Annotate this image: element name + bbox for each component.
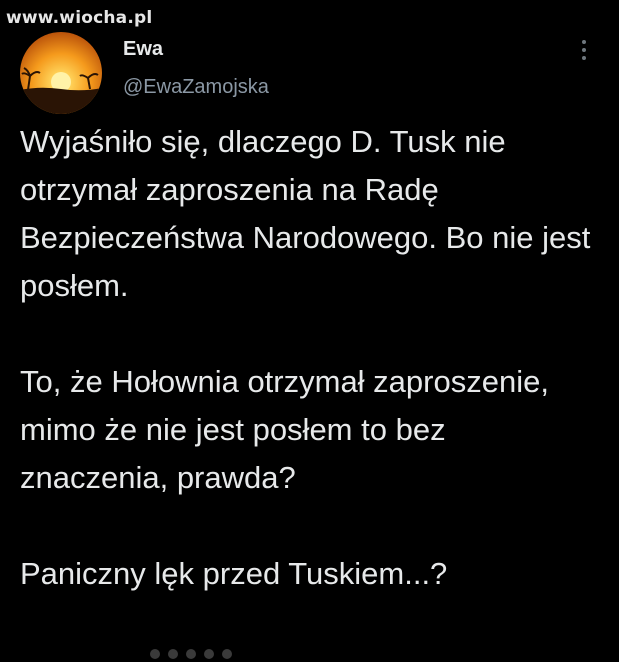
more-vertical-icon[interactable]	[574, 38, 594, 62]
tweet-paragraph: Wyjaśniło się, dlaczego D. Tusk nie otrz…	[20, 124, 591, 303]
sunset-avatar-icon	[20, 32, 102, 114]
author-handle[interactable]: @EwaZamojska	[123, 76, 269, 99]
watermark: www.wiocha.pl	[6, 8, 153, 28]
tweet-paragraph: To, że Hołownia otrzymał zaproszenie, mi…	[20, 364, 549, 495]
author-name[interactable]: Ewa	[123, 38, 163, 61]
tweet-text: Wyjaśniło się, dlaczego D. Tusk nie otrz…	[20, 118, 600, 598]
truncated-footer	[150, 646, 270, 662]
tweet-paragraph: Paniczny lęk przed Tuskiem...?	[20, 556, 448, 591]
avatar[interactable]	[20, 32, 102, 114]
